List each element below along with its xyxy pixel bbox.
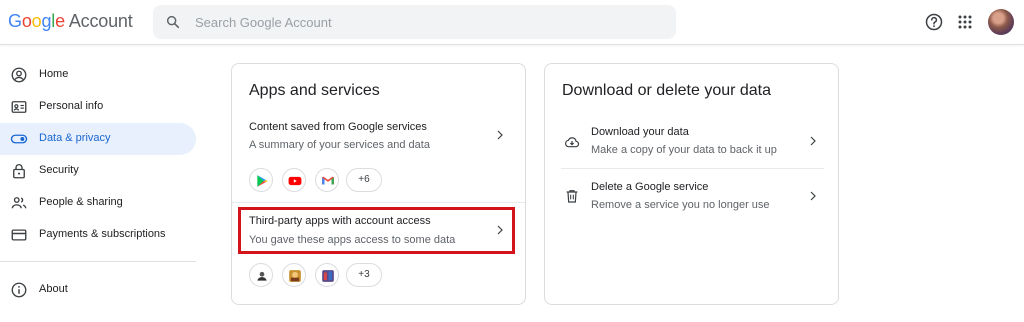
sidebar-item-payments[interactable]: Payments & subscriptions (0, 219, 196, 251)
info-icon (11, 282, 27, 298)
sidebar-item-label: Home (39, 68, 69, 80)
row-title: Delete a Google service (591, 181, 709, 193)
cloud-download-icon (565, 137, 580, 148)
chevron-right-icon (497, 130, 503, 140)
highlight-box (238, 207, 515, 254)
avatar[interactable] (988, 9, 1014, 35)
home-person-icon (11, 67, 27, 83)
download-delete-card: Download or delete your data Download yo… (544, 63, 839, 305)
more-services-chip[interactable]: +6 (346, 168, 382, 192)
row-subtitle: Make a copy of your data to back it up (591, 144, 777, 156)
people-icon (11, 197, 27, 209)
help-icon[interactable] (924, 12, 944, 32)
sidebar-item-label: People & sharing (39, 196, 123, 208)
sidebar-divider (0, 261, 196, 262)
gmail-icon (315, 168, 339, 192)
apps-services-card: Apps and services Content saved from Goo… (231, 63, 526, 305)
sidebar-item-about[interactable]: About (0, 274, 196, 306)
app-icon-1 (249, 263, 273, 287)
sidebar-item-label: Personal info (39, 100, 104, 112)
sidebar-item-label: About (39, 283, 68, 295)
toggle-icon (10, 134, 28, 144)
search-icon (166, 15, 180, 29)
row-title: Content saved from Google services (249, 121, 427, 133)
row-title: Download your data (591, 126, 689, 138)
sidebar-item-label: Security (39, 164, 79, 176)
google-play-icon (249, 168, 273, 192)
more-apps-chip[interactable]: +3 (346, 263, 382, 287)
app-icon-3 (315, 263, 339, 287)
sidebar-item-security[interactable]: Security (0, 155, 196, 187)
app-icon-2 (282, 263, 306, 287)
row-subtitle: A summary of your services and data (249, 139, 430, 151)
sidebar-item-personal-info[interactable]: Personal info (0, 91, 196, 123)
apps-grid-icon[interactable] (955, 12, 975, 32)
sidebar-item-people-sharing[interactable]: People & sharing (0, 187, 196, 219)
row-divider (561, 168, 824, 169)
id-card-icon (11, 101, 27, 113)
sidebar-nav: Home Personal info Data & privacy Securi… (0, 59, 200, 306)
logo-account-text: Account (68, 11, 133, 31)
chevron-right-icon (810, 136, 816, 146)
lock-icon (13, 164, 25, 179)
sidebar-item-label: Data & privacy (39, 132, 111, 144)
row-divider (232, 202, 525, 203)
top-app-bar: Google Account Search Google Account (0, 0, 1024, 45)
youtube-icon (282, 168, 306, 192)
trash-icon (566, 190, 578, 203)
credit-card-icon (11, 229, 27, 241)
search-placeholder: Search Google Account (195, 15, 332, 30)
card-title: Apps and services (249, 82, 380, 99)
sidebar-item-home[interactable]: Home (0, 59, 196, 91)
row-subtitle: Remove a service you no longer use (591, 199, 770, 211)
google-account-logo[interactable]: Google Account (8, 11, 133, 32)
chevron-right-icon (810, 191, 816, 201)
search-input[interactable]: Search Google Account (153, 5, 676, 39)
sidebar-item-label: Payments & subscriptions (39, 228, 166, 240)
sidebar-item-data-privacy[interactable]: Data & privacy (0, 123, 196, 155)
card-title: Download or delete your data (562, 82, 772, 99)
